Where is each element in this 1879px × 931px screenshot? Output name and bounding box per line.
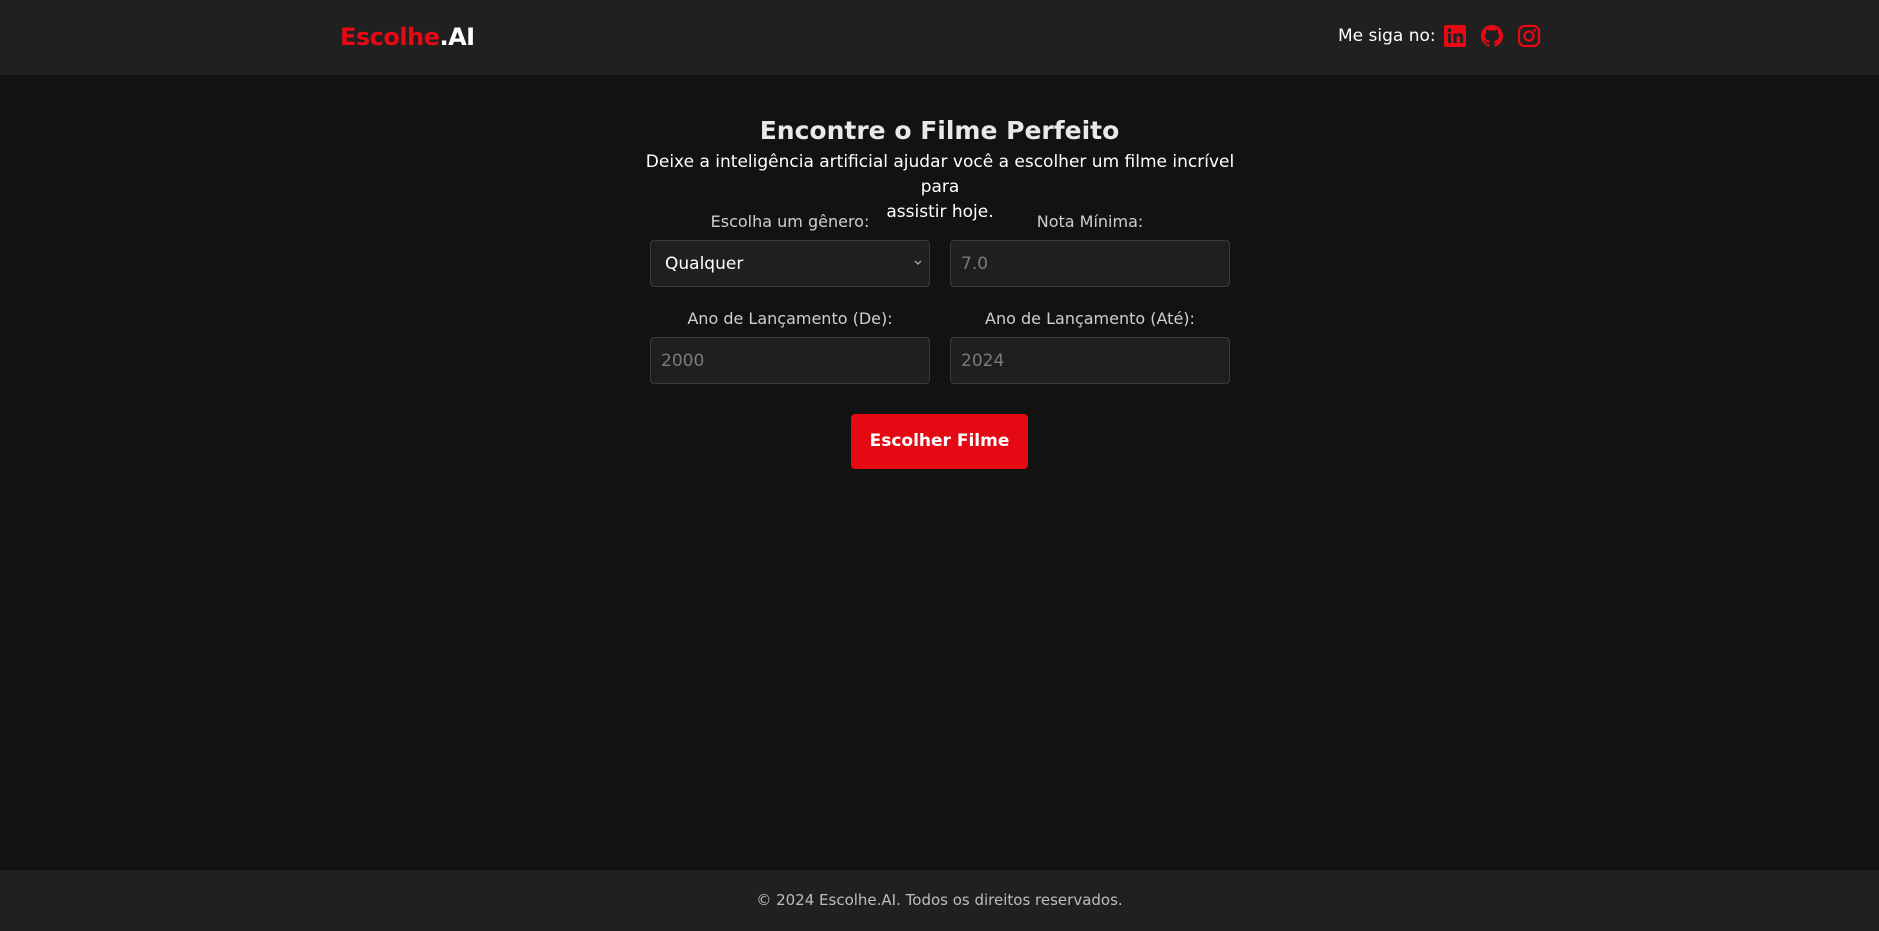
year-from-input[interactable]: 2000 — [650, 337, 930, 384]
linkedin-icon — [1444, 25, 1466, 47]
logo-part-2: .AI — [439, 23, 475, 51]
year-to-label: Ano de Lançamento (Até): — [985, 309, 1195, 328]
linkedin-link[interactable] — [1443, 24, 1467, 48]
choose-movie-button[interactable]: Escolher Filme — [851, 414, 1028, 469]
year-from-placeholder: 2000 — [661, 351, 705, 371]
rating-placeholder: 7.0 — [961, 254, 989, 274]
copyright-text: © 2024 Escolhe.AI. Todos os direitos res… — [756, 891, 1123, 909]
github-link[interactable] — [1480, 24, 1504, 48]
header: Escolhe.AI Me siga no: — [0, 0, 1879, 75]
github-icon — [1481, 25, 1503, 47]
genre-label: Escolha um gênero: — [710, 212, 870, 231]
logo-part-1: Escolhe — [340, 23, 440, 51]
genre-select[interactable]: Qualquer — [650, 240, 930, 287]
chevron-down-icon — [914, 260, 922, 266]
page-title: Encontre o Filme Perfeito — [759, 116, 1120, 145]
rating-input[interactable]: 7.0 — [950, 240, 1230, 287]
year-to-input[interactable]: 2024 — [950, 337, 1230, 384]
logo[interactable]: Escolhe.AI — [340, 23, 475, 51]
rating-label: Nota Mínima: — [1036, 212, 1144, 231]
genre-select-value: Qualquer — [665, 254, 744, 274]
instagram-icon — [1517, 24, 1541, 48]
follow-text: Me siga no: — [1338, 26, 1436, 46]
year-to-placeholder: 2024 — [961, 351, 1005, 371]
instagram-link[interactable] — [1517, 24, 1541, 48]
subtitle-line-1: Deixe a inteligência artificial ajudar v… — [645, 152, 1235, 197]
footer: © 2024 Escolhe.AI. Todos os direitos res… — [0, 870, 1879, 931]
year-from-label: Ano de Lançamento (De): — [687, 309, 893, 328]
